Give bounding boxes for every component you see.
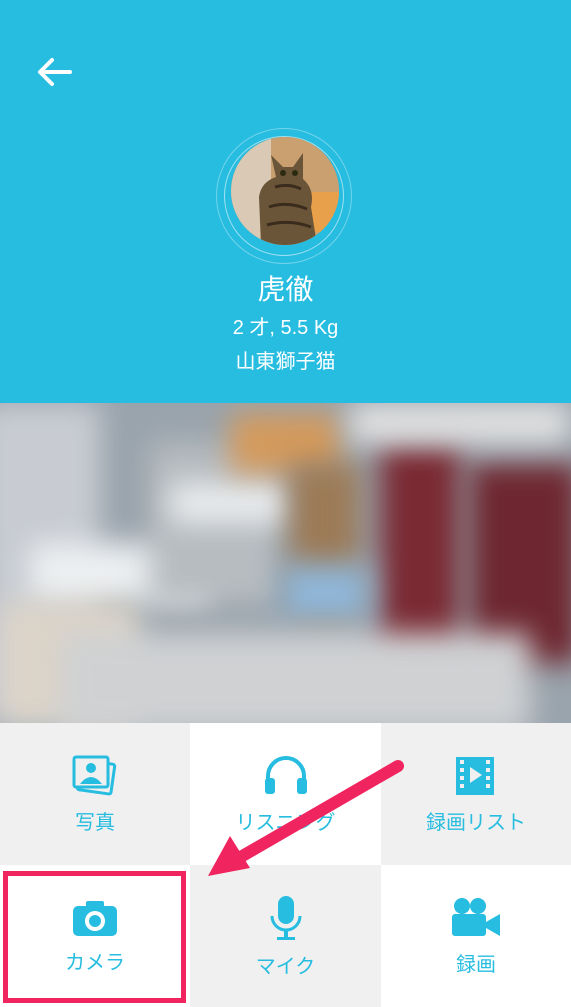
camera-button[interactable]: カメラ xyxy=(0,865,190,1007)
control-grid: 写真 リスニング 録画リスト カメラ マイク 録画 xyxy=(0,723,571,1007)
listening-button[interactable]: リスニング xyxy=(190,723,381,865)
back-button[interactable] xyxy=(30,50,78,94)
pet-breed: 山東獅子猫 xyxy=(235,349,336,373)
cat-photo xyxy=(231,137,339,245)
arrow-left-icon xyxy=(38,58,72,86)
record-label: 録画 xyxy=(456,951,496,976)
video-list-icon xyxy=(456,756,494,795)
listening-label: リスニング xyxy=(235,809,336,834)
microphone-button[interactable]: マイク xyxy=(190,865,381,1007)
headphones-icon xyxy=(264,755,307,794)
record-button[interactable]: 録画 xyxy=(381,865,571,1007)
photos-label: 写真 xyxy=(75,809,115,834)
recording-list-label: 録画リスト xyxy=(426,809,526,834)
camera-video-feed[interactable] xyxy=(0,403,571,723)
pet-avatar[interactable] xyxy=(231,137,339,245)
microphone-label: マイク xyxy=(255,953,316,978)
pet-age-weight: 2 才, 5.5 Kg xyxy=(232,317,339,339)
profile-header: 虎徹 2 才, 5.5 Kg 山東獅子猫 xyxy=(0,0,571,403)
photos-button[interactable]: 写真 xyxy=(0,723,190,865)
pet-name: 虎徹 xyxy=(257,273,314,306)
recording-list-button[interactable]: 録画リスト xyxy=(381,723,571,865)
camera-icon xyxy=(73,900,117,936)
photos-icon xyxy=(72,755,117,795)
microphone-icon xyxy=(270,895,301,940)
camera-label: カメラ xyxy=(65,949,125,974)
video-camera-icon xyxy=(452,897,500,936)
